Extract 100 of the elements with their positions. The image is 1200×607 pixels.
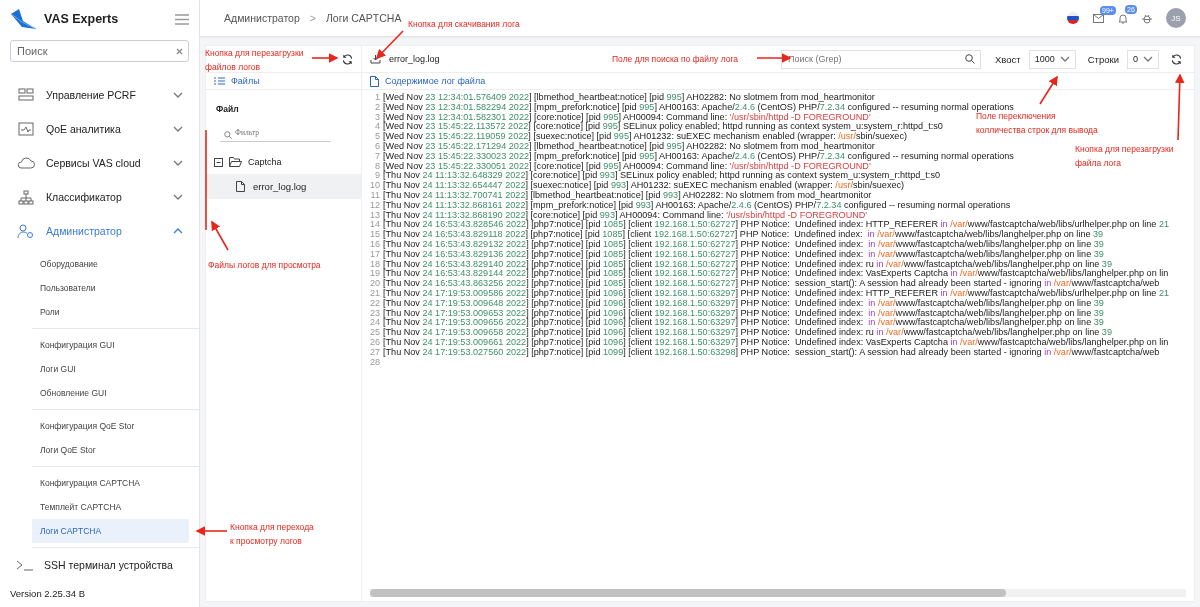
log-line: [Thu Nov 24 11:13:32.868190 2022] [core:notice] [pid 993] AH00094: Command line: '/usr/sbin/httpd -D FOREGROUND' [383,210,868,221]
line-number: 5 [373,132,380,142]
menu-icon[interactable] [175,13,189,25]
chevron-up-icon [173,228,183,234]
annotation-text: Кнопка для скачивания лога [408,18,520,31]
line-number: 10 [368,181,380,191]
line-number: 22 [368,298,380,309]
log-line: [Wed Nov 23 12:34:01.582294 2022] [mpm_prefork:notice] [pid 995] AH00163: Apache/2.4.6 (CentOS) PHP/7.2.34 configured -- resuming normal operations [383,102,1014,113]
log-line: [Wed Nov 23 15:45:22.330023 2022] [mpm_prefork:notice] [pid 995] AH00163: Apache/2.4.6 (CentOS) PHP/7.2.34 configured -- resuming normal operations [383,151,1014,162]
rows-select[interactable]: 0 [1127,49,1159,69]
cloud-icon [17,157,35,169]
menu-group[interactable]: Классификатор [0,180,199,214]
user-gear-icon [17,223,35,239]
annotation-text: Поле для поиска по файлу лога [612,53,739,66]
chevron-down-icon [173,160,183,166]
log-line: [Wed Nov 23 15:45:22.171294 2022] [lbmethod_heartbeat:notice] [pid 995] AH02282: No slotmem from mod_heartmonitor [383,142,875,152]
menu-group[interactable]: Администратор [0,214,199,248]
search-field[interactable]: Поиск [10,40,189,62]
line-number: 26 [368,337,380,348]
tail-label: Хвост [995,53,1021,65]
menu-item[interactable]: Логи QoE Stor [32,438,189,462]
chevron-down-icon [1059,56,1070,62]
log-line: [Thu Nov 24 17:19:53.009656 2022] [php7:notice] [pid 1096] [client 192.168.1.50:63297] PHP Notice: Undefined index: in /var/www/fastcaptcha/web/libs/langhelper.php on line 39 [383,318,1104,329]
breadcrumb-item[interactable]: Администратор [224,12,300,24]
tree-file[interactable]: error_log.log [206,174,361,199]
chart-window-icon [18,122,34,136]
menu-group[interactable]: Сервисы VAS cloud [0,146,199,180]
menu-item[interactable]: Пользователи [32,276,189,300]
log-line: [Thu Nov 24 16:53:43.829144 2022] [php7:notice] [pid 1085] [client 192.168.1.50:62727] PHP Notice: Undefined index: VasExperts Captcha in /var/www/fastcaptcha/web/libs/langhelper.php on lin [383,269,1169,280]
tail-select[interactable]: 1000 [1028,49,1076,69]
log-line: [Thu Nov 24 16:53:43.829118 2022] [php7:notice] [pid 1085] [client 192.168.1.50:62727] PHP Notice: Undefined index: in /var/www/fastcaptcha/web/libs/langhelper.php on line 39 [383,230,1104,240]
menu-item[interactable]: Оборудование [32,252,189,276]
bell-icon[interactable] [1118,12,1128,24]
column-header: Файл [215,103,240,114]
menu-group[interactable]: QoE аналитика [0,112,199,146]
content-tab[interactable]: Содержимое лог файла [362,73,1194,90]
breadcrumb-separator: > [309,12,316,24]
flag-icon[interactable] [1067,12,1079,24]
chevron-down-icon [1143,56,1153,62]
annotation-text: Кнопка для перезагрузки файла лога [1075,143,1174,170]
menu-item[interactable]: Логи CAPTCHA [32,519,189,543]
rows-label: Строки [1087,53,1119,65]
log-line: [Thu Nov 24 11:13:32.868161 2022] [mpm_prefork:notice] [pid 993] AH00163: Apache/2.4.6 (CentOS) PHP/7.2.34 configured -- resuming normal operations [383,200,1011,211]
line-number: 18 [368,259,380,270]
line-number: 6 [373,142,380,152]
annotation-arrow [211,220,229,251]
menu-group[interactable]: SSH терминал устройства [0,548,199,582]
file-name: error_log.log [389,54,440,64]
menu-item[interactable]: Конфигурация CAPTCHA [32,471,189,495]
menu-item[interactable]: Обновление GUI [32,381,189,405]
collapse-icon[interactable] [214,157,223,167]
log-line: [Thu Nov 24 17:19:53.009648 2022] [php7:notice] [pid 1096] [client 192.168.1.50:63297] PHP Notice: Undefined index: in /var/www/fastcaptcha/web/libs/langhelper.php on line 39 [383,298,1104,309]
line-number: 3 [373,112,380,123]
annotation-text: Файлы логов для просмотра [208,259,321,272]
log-line: [Thu Nov 24 17:19:53.009586 2022] [php7:notice] [pid 1096] [client 192.168.1.50:63297] PHP Notice: Undefined index: HTTP_REFERER in /var/www/fastcaptcha/web/libs/urlhelper.php on line 21 [383,288,1169,299]
log-line: [Thu Nov 24 17:19:53.027560 2022] [php7:notice] [pid 1099] [client 192.168.1.50:63298] PHP Notice: session_start(): A session had already been started - ignoring in /var/www/fastcaptcha/web [383,347,1160,358]
grep-search-field[interactable]: Поиск (Grep) [781,49,982,69]
download-icon[interactable] [370,54,381,64]
line-number: 19 [368,269,380,280]
folder-icon [229,157,242,167]
line-number: 23 [368,308,380,319]
log-line: [Thu Nov 24 16:53:43.828546 2022] [php7:notice] [pid 1085] [client 192.168.1.50:62727] PHP Notice: Undefined index: HTTP_REFERER in /var/www/fastcaptcha/web/libs/urlhelper.php on line 21 [383,220,1169,231]
menu-item[interactable]: Конфигурация QoE Stor [32,414,189,438]
menu-item[interactable]: Логи GUI [32,357,189,381]
files-tab[interactable]: Файлы [206,73,361,90]
annotation-arrow [1039,75,1058,105]
reload-icon[interactable] [342,53,353,65]
line-number: 24 [368,318,380,329]
version-text: Version 2.25.34 B [9,588,86,601]
hierarchy-icon [18,189,34,205]
line-number: 11 [369,190,380,201]
line-number: 14 [368,220,380,231]
menu-item[interactable]: Темплейт CAPTCHA [32,495,189,519]
menu-item[interactable]: Роли [32,300,189,324]
log-line: [Wed Nov 23 12:34:01.576409 2022] [lbmethod_heartbeat:notice] [pid 995] AH02282: No slotmem from mod_heartmonitor [383,93,875,103]
annotation-arrow [195,526,228,536]
logo-text: VAS Experts [44,12,120,26]
line-number: 2 [373,102,380,113]
horizontal-scrollbar[interactable] [370,589,1186,597]
breadcrumb-item: Логи CAPTCHA [325,12,402,24]
menu-item[interactable]: Конфигурация GUI [32,333,189,357]
menu-group[interactable]: Управление PCRF [0,78,199,112]
line-number: 16 [368,239,380,250]
log-line: [Wed Nov 23 15:45:22.330051 2022] [core:notice] [pid 995] AH00094: Command line: '/usr/sbin/httpd -D FOREGROUND' [383,161,871,172]
log-line: [Thu Nov 24 16:53:43.863256 2022] [php7:notice] [pid 1085] [client 192.168.1.50:62727] PHP Notice: session_start(): A session had already been started - ignoring in /var/www/fastcaptcha/web [383,279,1160,289]
log-line: [Thu Nov 24 16:53:43.829136 2022] [php7:notice] [pid 1085] [client 192.168.1.50:62727] PHP Notice: Undefined index: in /var/www/fastcaptcha/web/libs/langhelper.php on line 39 [383,249,1104,260]
log-line: [Thu Nov 24 17:19:53.009661 2022] [php7:notice] [pid 1096] [client 192.168.1.50:63297] PHP Notice: Undefined index: VasExperts Captcha in /var/www/fastcaptcha/web/libs/langhelper.php on lin [383,337,1169,348]
mail-icon[interactable] [1093,13,1104,23]
reload-icon[interactable] [1171,53,1182,65]
log-line: [Wed Nov 23 15:45:22.113572 2022] [core:notice] [pid 995] SELinux policy enabled; httpd running as context system_u:system_r:httpd_t:s0 [383,122,943,133]
tree-folder[interactable]: Captcha [206,150,361,174]
bug-icon[interactable] [1142,12,1152,24]
line-number: 15 [368,230,380,240]
server-icon [18,88,34,102]
line-number: 17 [368,249,380,260]
clear-icon[interactable] [176,48,183,55]
line-number: 27 [368,347,380,358]
line-number: 7 [373,151,380,162]
line-number: 21 [368,288,380,299]
line-number: 9 [373,171,380,182]
